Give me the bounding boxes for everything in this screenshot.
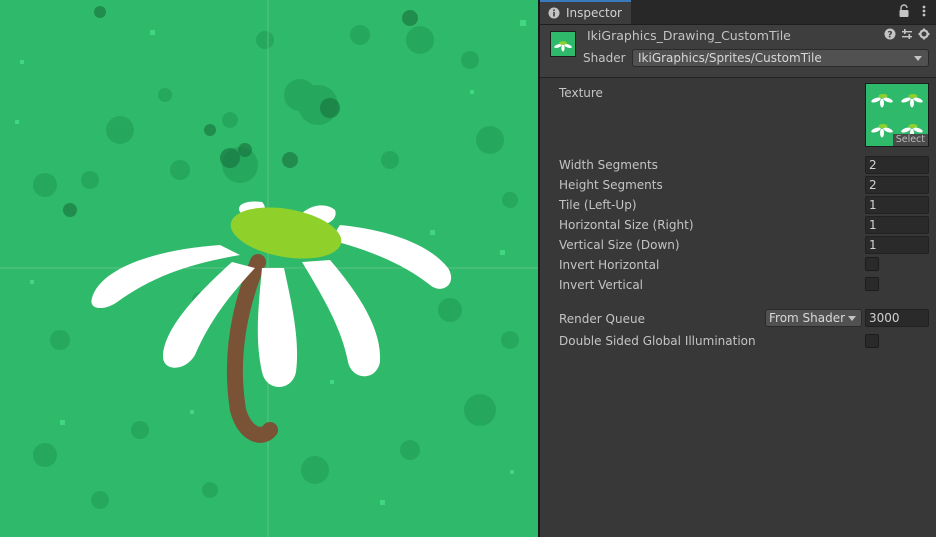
render-queue-dropdown[interactable]: From Shader [765, 309, 862, 327]
lock-icon[interactable] [898, 4, 910, 18]
height-segments-label: Height Segments [559, 178, 663, 192]
double-sided-gi-checkbox[interactable] [865, 334, 879, 348]
chevron-down-icon [848, 316, 856, 321]
texture-label: Texture [559, 86, 603, 100]
vertical-size-label: Vertical Size (Down) [559, 238, 680, 252]
double-sided-gi-label: Double Sided Global Illumination [559, 334, 756, 348]
horizontal-size-label: Horizontal Size (Right) [559, 218, 694, 232]
width-segments-label: Width Segments [559, 158, 658, 172]
svg-text:?: ? [887, 31, 892, 41]
invert-vertical-label: Invert Vertical [559, 278, 643, 292]
chevron-down-icon [914, 56, 922, 61]
scene-view[interactable] [0, 0, 538, 537]
material-thumbnail [550, 31, 576, 57]
width-segments-field[interactable]: 2 [865, 156, 929, 174]
render-queue-label: Render Queue [559, 312, 645, 326]
material-header: IkiGraphics_Drawing_CustomTile ? Shader … [540, 25, 936, 78]
invert-horizontal-label: Invert Horizontal [559, 258, 660, 272]
tab-inspector[interactable]: Inspector [540, 0, 631, 24]
texture-select-button[interactable]: Select [892, 134, 928, 146]
render-queue-field[interactable]: 3000 [865, 309, 929, 327]
invert-vertical-checkbox[interactable] [865, 277, 879, 291]
tab-inspector-label: Inspector [566, 6, 622, 20]
invert-horizontal-checkbox[interactable] [865, 257, 879, 271]
shader-label: Shader [583, 51, 626, 65]
flower-sprite-preview [0, 0, 538, 537]
tile-left-up-field[interactable]: 1 [865, 196, 929, 214]
tile-left-up-label: Tile (Left-Up) [559, 198, 637, 212]
help-icon[interactable]: ? [884, 28, 896, 41]
inspector-tab-bar: Inspector [540, 0, 936, 25]
gear-icon[interactable] [918, 28, 930, 40]
vertical-size-field[interactable]: 1 [865, 236, 929, 254]
kebab-menu-icon[interactable] [918, 4, 930, 18]
shader-dropdown[interactable]: IkiGraphics/Sprites/CustomTile [632, 49, 929, 67]
info-icon [548, 7, 560, 19]
shader-dropdown-value: IkiGraphics/Sprites/CustomTile [638, 51, 822, 65]
material-name: IkiGraphics_Drawing_CustomTile [587, 28, 791, 43]
inspector-panel: Inspector IkiGraphics_Drawing_CustomTile… [540, 0, 936, 537]
render-queue-mode: From Shader [769, 311, 846, 325]
presets-sliders-icon[interactable] [901, 28, 913, 40]
texture-slot[interactable]: Select [865, 83, 929, 147]
height-segments-field[interactable]: 2 [865, 176, 929, 194]
horizontal-size-field[interactable]: 1 [865, 216, 929, 234]
